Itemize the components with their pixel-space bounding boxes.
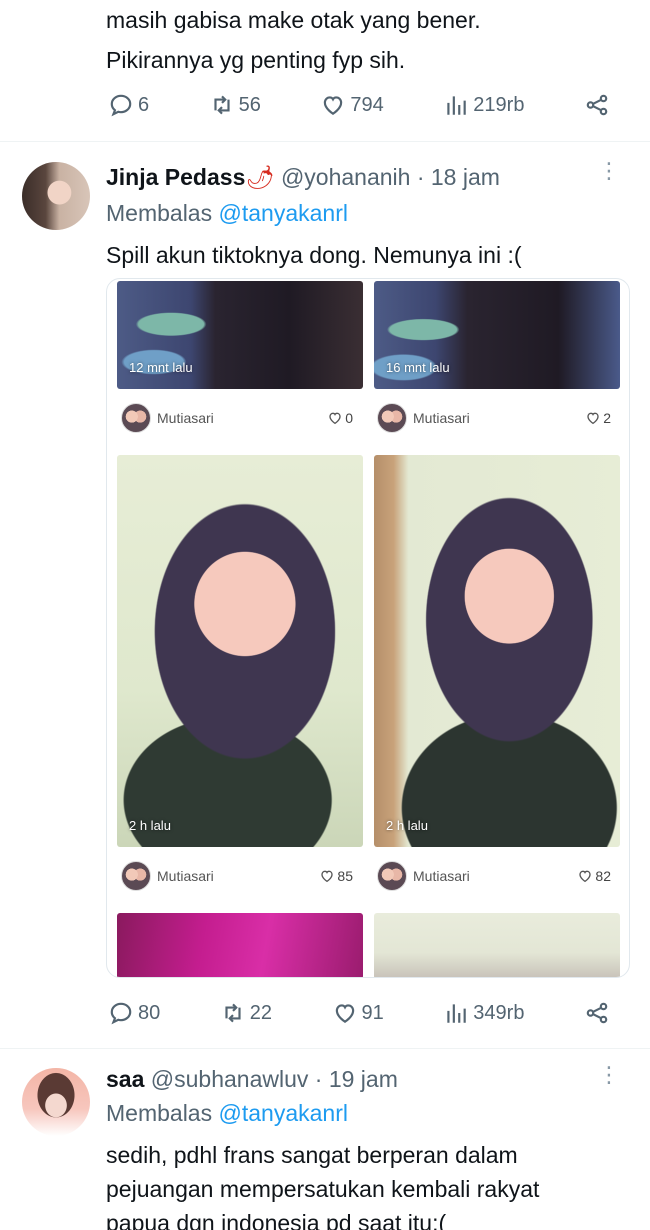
avatar	[377, 861, 407, 891]
retweet-button[interactable]: 56	[209, 92, 261, 118]
replying-to: Membalas @tanyakanrl	[106, 1098, 348, 1128]
views-icon	[447, 96, 467, 115]
retweet-count: 22	[249, 1001, 273, 1024]
share-icon	[586, 1002, 608, 1024]
tweet-2-text: Spill akun tiktoknya dong. Nemunya ini :…	[106, 242, 522, 268]
divider	[0, 141, 650, 142]
handle-and-time[interactable]: @yohananih · 18 jam	[281, 164, 500, 190]
tile-meta: Mutiasari 82	[377, 859, 617, 893]
chili-pepper-icon: 🌶	[245, 164, 275, 190]
more-options-icon[interactable]: ⋮	[598, 160, 620, 182]
heart-icon	[324, 96, 343, 115]
reply-mention-link[interactable]: @tanyakanrl	[219, 1100, 348, 1126]
heart-icon	[321, 870, 334, 883]
reply-count: 6	[138, 93, 150, 116]
video-thumbnail[interactable]: 16 mnt lalu	[374, 281, 620, 389]
reply-button[interactable]: 6	[108, 92, 149, 118]
like-button[interactable]: 91	[332, 1000, 384, 1026]
display-name[interactable]: Jinja Pedass	[106, 164, 245, 190]
replying-prefix: Membalas	[106, 1100, 213, 1126]
tweet-2-actions: 80 22 91 349rb	[108, 1000, 610, 1026]
tile-like-count: 2	[603, 410, 611, 426]
avatar	[121, 403, 151, 433]
heart-icon	[579, 870, 592, 883]
share-button[interactable]	[584, 1000, 610, 1026]
tile-username: Mutiasari	[157, 410, 214, 426]
divider	[0, 1048, 650, 1049]
retweet-icon	[225, 1003, 241, 1023]
like-button[interactable]: 794	[320, 92, 384, 118]
views-button[interactable]: 219rb	[443, 92, 524, 118]
reply-count: 80	[138, 1001, 161, 1024]
thumbnail-time: 2 h lalu	[129, 818, 171, 833]
share-icon	[586, 94, 608, 116]
tile-likes: 0	[327, 410, 353, 426]
heart-icon	[587, 412, 599, 425]
video-thumbnail[interactable]	[374, 913, 620, 977]
avatar[interactable]	[22, 162, 90, 230]
replying-to: Membalas @tanyakanrl	[106, 198, 348, 228]
retweet-icon	[214, 95, 230, 115]
tweet-1-text-line-1: masih gabisa make otak yang bener.	[106, 7, 481, 33]
heart-icon	[335, 1004, 354, 1023]
views-count: 349rb	[473, 1001, 525, 1024]
like-count: 91	[361, 1001, 384, 1024]
reply-mention-link[interactable]: @tanyakanrl	[219, 200, 348, 226]
reply-button[interactable]: 80	[108, 1000, 160, 1026]
video-thumbnail[interactable]: 2 h lalu	[117, 455, 363, 847]
video-thumbnail[interactable]: 12 mnt lalu	[117, 281, 363, 389]
tweet-1-text-line-2: Pikirannya yg penting fyp sih.	[106, 47, 406, 73]
avatar	[121, 861, 151, 891]
retweet-count: 56	[238, 93, 261, 116]
tile-likes: 2	[585, 410, 611, 426]
media-attachment[interactable]: 12 mnt lalu 16 mnt lalu Mutiasari 0 Muti…	[106, 278, 630, 978]
tile-like-count: 82	[595, 868, 611, 884]
handle-and-time[interactable]: @subhanawluv · 19 jam	[151, 1066, 398, 1092]
video-thumbnail[interactable]: 2 h lalu	[374, 455, 620, 847]
tweet-3-text-line-2: pejuangan mempersatukan kembali rakyat	[106, 1176, 540, 1202]
thumbnail-time: 12 mnt lalu	[129, 360, 193, 375]
like-count: 794	[350, 93, 384, 116]
tile-likes: 85	[319, 868, 353, 884]
more-options-icon[interactable]: ⋮	[598, 1064, 620, 1086]
tile-username: Mutiasari	[413, 868, 470, 884]
tile-like-count: 0	[345, 410, 353, 426]
reply-icon	[110, 94, 132, 117]
views-icon	[447, 1004, 467, 1023]
tile-username: Mutiasari	[413, 410, 470, 426]
tile-meta: Mutiasari 2	[377, 401, 617, 435]
tweet-3-text-line-1: sedih, pdhl frans sangat berperan dalam	[106, 1142, 518, 1168]
tile-meta: Mutiasari 0	[121, 401, 359, 435]
tile-meta: Mutiasari 85	[121, 859, 359, 893]
tweet-1-actions: 6 56 794 219rb	[108, 92, 610, 118]
share-button[interactable]	[584, 92, 610, 118]
video-thumbnail[interactable]	[117, 913, 363, 977]
replying-prefix: Membalas	[106, 200, 213, 226]
views-count: 219rb	[473, 93, 525, 116]
retweet-button[interactable]: 22	[220, 1000, 272, 1026]
avatar	[377, 403, 407, 433]
heart-icon	[329, 412, 341, 425]
tile-likes: 82	[577, 868, 611, 884]
tweet-3-text-line-3: papua dgn indonesia pd saat itu:(	[106, 1210, 447, 1230]
tile-like-count: 85	[337, 868, 353, 884]
tweet-2-header: Jinja Pedass🌶 @yohananih · 18 jam	[106, 162, 500, 192]
display-name[interactable]: saa	[106, 1066, 144, 1092]
tile-username: Mutiasari	[157, 868, 214, 884]
thumbnail-time: 16 mnt lalu	[386, 360, 450, 375]
views-button[interactable]: 349rb	[443, 1000, 524, 1026]
avatar[interactable]	[22, 1068, 90, 1136]
tweet-3-header: saa @subhanawluv · 19 jam	[106, 1064, 398, 1094]
thumbnail-time: 2 h lalu	[386, 818, 428, 833]
reply-icon	[110, 1002, 132, 1025]
